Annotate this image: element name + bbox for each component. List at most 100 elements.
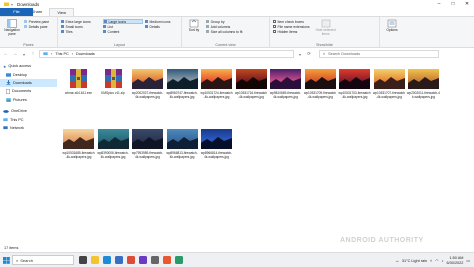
navigation-pane-button[interactable]: Navigation pane <box>3 19 21 37</box>
hide-selected-items-button[interactable]: Hide selected items <box>315 19 337 37</box>
taskbar-search-input[interactable]: Search <box>20 258 33 263</box>
nav-desktop[interactable]: Desktop <box>0 70 57 78</box>
image-thumbnail <box>201 127 232 151</box>
maximize-button[interactable]: □ <box>446 0 460 8</box>
breadcrumb-this-pc[interactable]: This PC <box>55 52 69 56</box>
file-item[interactable]: winrar-x64-611.exe <box>62 67 95 96</box>
taskbar-search[interactable]: ⌕ Search <box>12 255 74 265</box>
nav-onedrive[interactable]: OneDrive <box>0 107 57 115</box>
file-item[interactable]: wp8966814-firewatch-4k-wallpapers.jpg <box>200 127 233 159</box>
start-button[interactable] <box>0 256 12 264</box>
file-name: wp8960747-firewatch-4k-wallpapers.jpg <box>166 91 198 99</box>
file-item[interactable]: wp10531716-firewatch-4k-wallpapers.jpg <box>235 67 268 99</box>
file-item[interactable]: wp10531703-firewatch-4k-wallpapers.jpg <box>338 67 371 99</box>
nav-network[interactable]: Network <box>0 124 57 132</box>
file-item[interactable]: wp10531709-firewatch-4k-wallpapers.jpg <box>304 67 337 99</box>
file-item[interactable]: wp2002011-firewatch-4k-wallpapers.jpg <box>407 67 440 99</box>
image-thumbnail <box>270 67 301 91</box>
search-box[interactable]: ⌕ Search Downloads <box>319 50 439 58</box>
options-button[interactable]: Options <box>383 19 401 33</box>
task-view-icon[interactable] <box>79 256 87 264</box>
clock[interactable]: 1:50 AM 6/30/2022 <box>447 256 464 265</box>
nav-this-pc[interactable]: This PC <box>0 115 57 123</box>
settings-icon[interactable] <box>151 256 159 264</box>
media-icon[interactable] <box>139 256 147 264</box>
layout-tiles[interactable]: Tiles <box>61 29 101 34</box>
breadcrumb-separator: › <box>71 52 74 56</box>
file-name: wp10531707-firewatch-4k-wallpapers.jpg <box>372 91 406 99</box>
nav-downloads[interactable]: Downloads <box>0 78 57 88</box>
tray-chevron-icon[interactable]: ˄ <box>430 259 432 263</box>
download-icon <box>6 80 11 86</box>
search-input[interactable]: Search Downloads <box>328 52 360 56</box>
file-item[interactable]: KMSpico v11.zip <box>97 67 130 96</box>
picture-icon <box>6 97 11 102</box>
layout-details[interactable]: Details <box>145 24 183 29</box>
nav-quick-access[interactable]: ★ Quick access <box>0 62 57 70</box>
volume-icon[interactable]: ♪ <box>442 259 444 263</box>
clock-date: 6/30/2022 <box>446 260 464 265</box>
tab-view[interactable]: View <box>49 8 74 16</box>
nav-pictures[interactable]: Pictures <box>0 96 57 104</box>
preview-pane-button[interactable]: Preview pane <box>24 19 49 24</box>
view-icon <box>103 30 106 33</box>
weather-text[interactable]: 31°C Light rain <box>402 259 427 263</box>
recent-locations-chevron-icon[interactable]: ▾ <box>21 52 27 57</box>
chrome-icon[interactable] <box>127 256 135 264</box>
file-item[interactable]: wp10531724-firewatch-4k-wallpapers.jpg <box>200 67 233 99</box>
folder-icon <box>4 2 9 6</box>
layout-content[interactable]: Content <box>103 29 143 34</box>
weather-icon: ☁ <box>395 259 399 263</box>
address-dropdown-icon[interactable]: ▾ <box>297 52 303 57</box>
checkbox-icon <box>273 30 276 33</box>
search-icon: ⌕ <box>16 257 19 263</box>
file-name-extensions-toggle[interactable]: File name extensions <box>273 24 310 29</box>
file-item[interactable]: wp8960747-firewatch-4k-wallpapers.jpg <box>166 67 199 99</box>
tab-file[interactable]: File <box>0 8 33 16</box>
size-all-columns-button[interactable]: Size all columns to fit <box>206 29 242 34</box>
wifi-icon[interactable]: ◠ <box>435 258 438 263</box>
star-icon: ★ <box>3 64 7 69</box>
nav-documents[interactable]: Documents <box>0 87 57 95</box>
address-bar[interactable]: › This PC › Downloads <box>39 50 294 58</box>
address-bar-row: ← → ▾ ↑ › This PC › Downloads ▾ ⟳ ⌕ Sear… <box>0 48 474 60</box>
image-thumbnail <box>235 67 267 91</box>
navigation-pane: ★ Quick access Desktop Downloads Documen… <box>0 62 57 245</box>
notifications-icon[interactable]: ▭ <box>466 258 470 263</box>
network-icon <box>3 126 8 130</box>
windows-logo-icon <box>2 256 10 264</box>
breadcrumb-downloads[interactable]: Downloads <box>76 52 95 56</box>
computer-icon <box>43 52 48 56</box>
file-explorer-icon[interactable] <box>91 256 99 264</box>
view-icon <box>103 25 106 28</box>
refresh-icon[interactable]: ⟳ <box>306 51 312 57</box>
file-name: wp10531716-firewatch-4k-wallpapers.jpg <box>234 91 268 99</box>
edge-icon[interactable] <box>103 256 111 264</box>
file-item[interactable]: wp9810669-firewatch-4k-wallpapers.jpg <box>269 67 302 99</box>
back-arrow-icon[interactable]: ← <box>3 51 9 57</box>
hidden-items-toggle[interactable]: Hidden items <box>273 29 310 34</box>
search-icon: ⌕ <box>323 52 326 56</box>
file-item[interactable]: wp10531685-firewatch-4k-wallpapers.jpg <box>62 127 95 159</box>
sort-by-button[interactable]: Sort by <box>185 19 203 33</box>
quick-access-chevron-icon[interactable]: ▾ <box>11 2 13 7</box>
file-item[interactable]: wp8390006-firewatch-4k-wallpapers.jpg <box>97 127 130 159</box>
music-icon[interactable] <box>163 256 171 264</box>
up-arrow-icon[interactable]: ↑ <box>30 51 36 57</box>
file-item[interactable]: wp2002027-firewatch-4k-wallpapers.jpg <box>131 67 164 99</box>
group-icon <box>206 20 210 23</box>
app-icon[interactable] <box>175 256 183 264</box>
details-pane-button[interactable]: Details pane <box>24 24 49 29</box>
file-name: wp10531685-firewatch-4k-wallpapers.jpg <box>62 151 95 159</box>
minimize-button[interactable]: – <box>432 0 446 8</box>
ribbon-tabs: File Home Share View <box>0 8 474 17</box>
file-item[interactable]: wp7953989-firewatch-4k-wallpapers.jpg <box>131 127 164 159</box>
close-button[interactable]: ✕ <box>460 0 474 8</box>
title-bar: ▾ Downloads – □ ✕ <box>0 0 474 8</box>
file-item[interactable]: wp10531707-firewatch-4k-wallpapers.jpg <box>373 67 406 99</box>
forward-arrow-icon[interactable]: → <box>12 51 18 57</box>
file-name: wp10531724-firewatch-4k-wallpapers.jpg <box>200 91 233 99</box>
store-icon[interactable] <box>115 256 123 264</box>
file-name: wp9810669-firewatch-4k-wallpapers.jpg <box>269 91 302 99</box>
file-item[interactable]: wp8966813-firewatch-4k-wallpapers.jpg <box>166 127 199 159</box>
